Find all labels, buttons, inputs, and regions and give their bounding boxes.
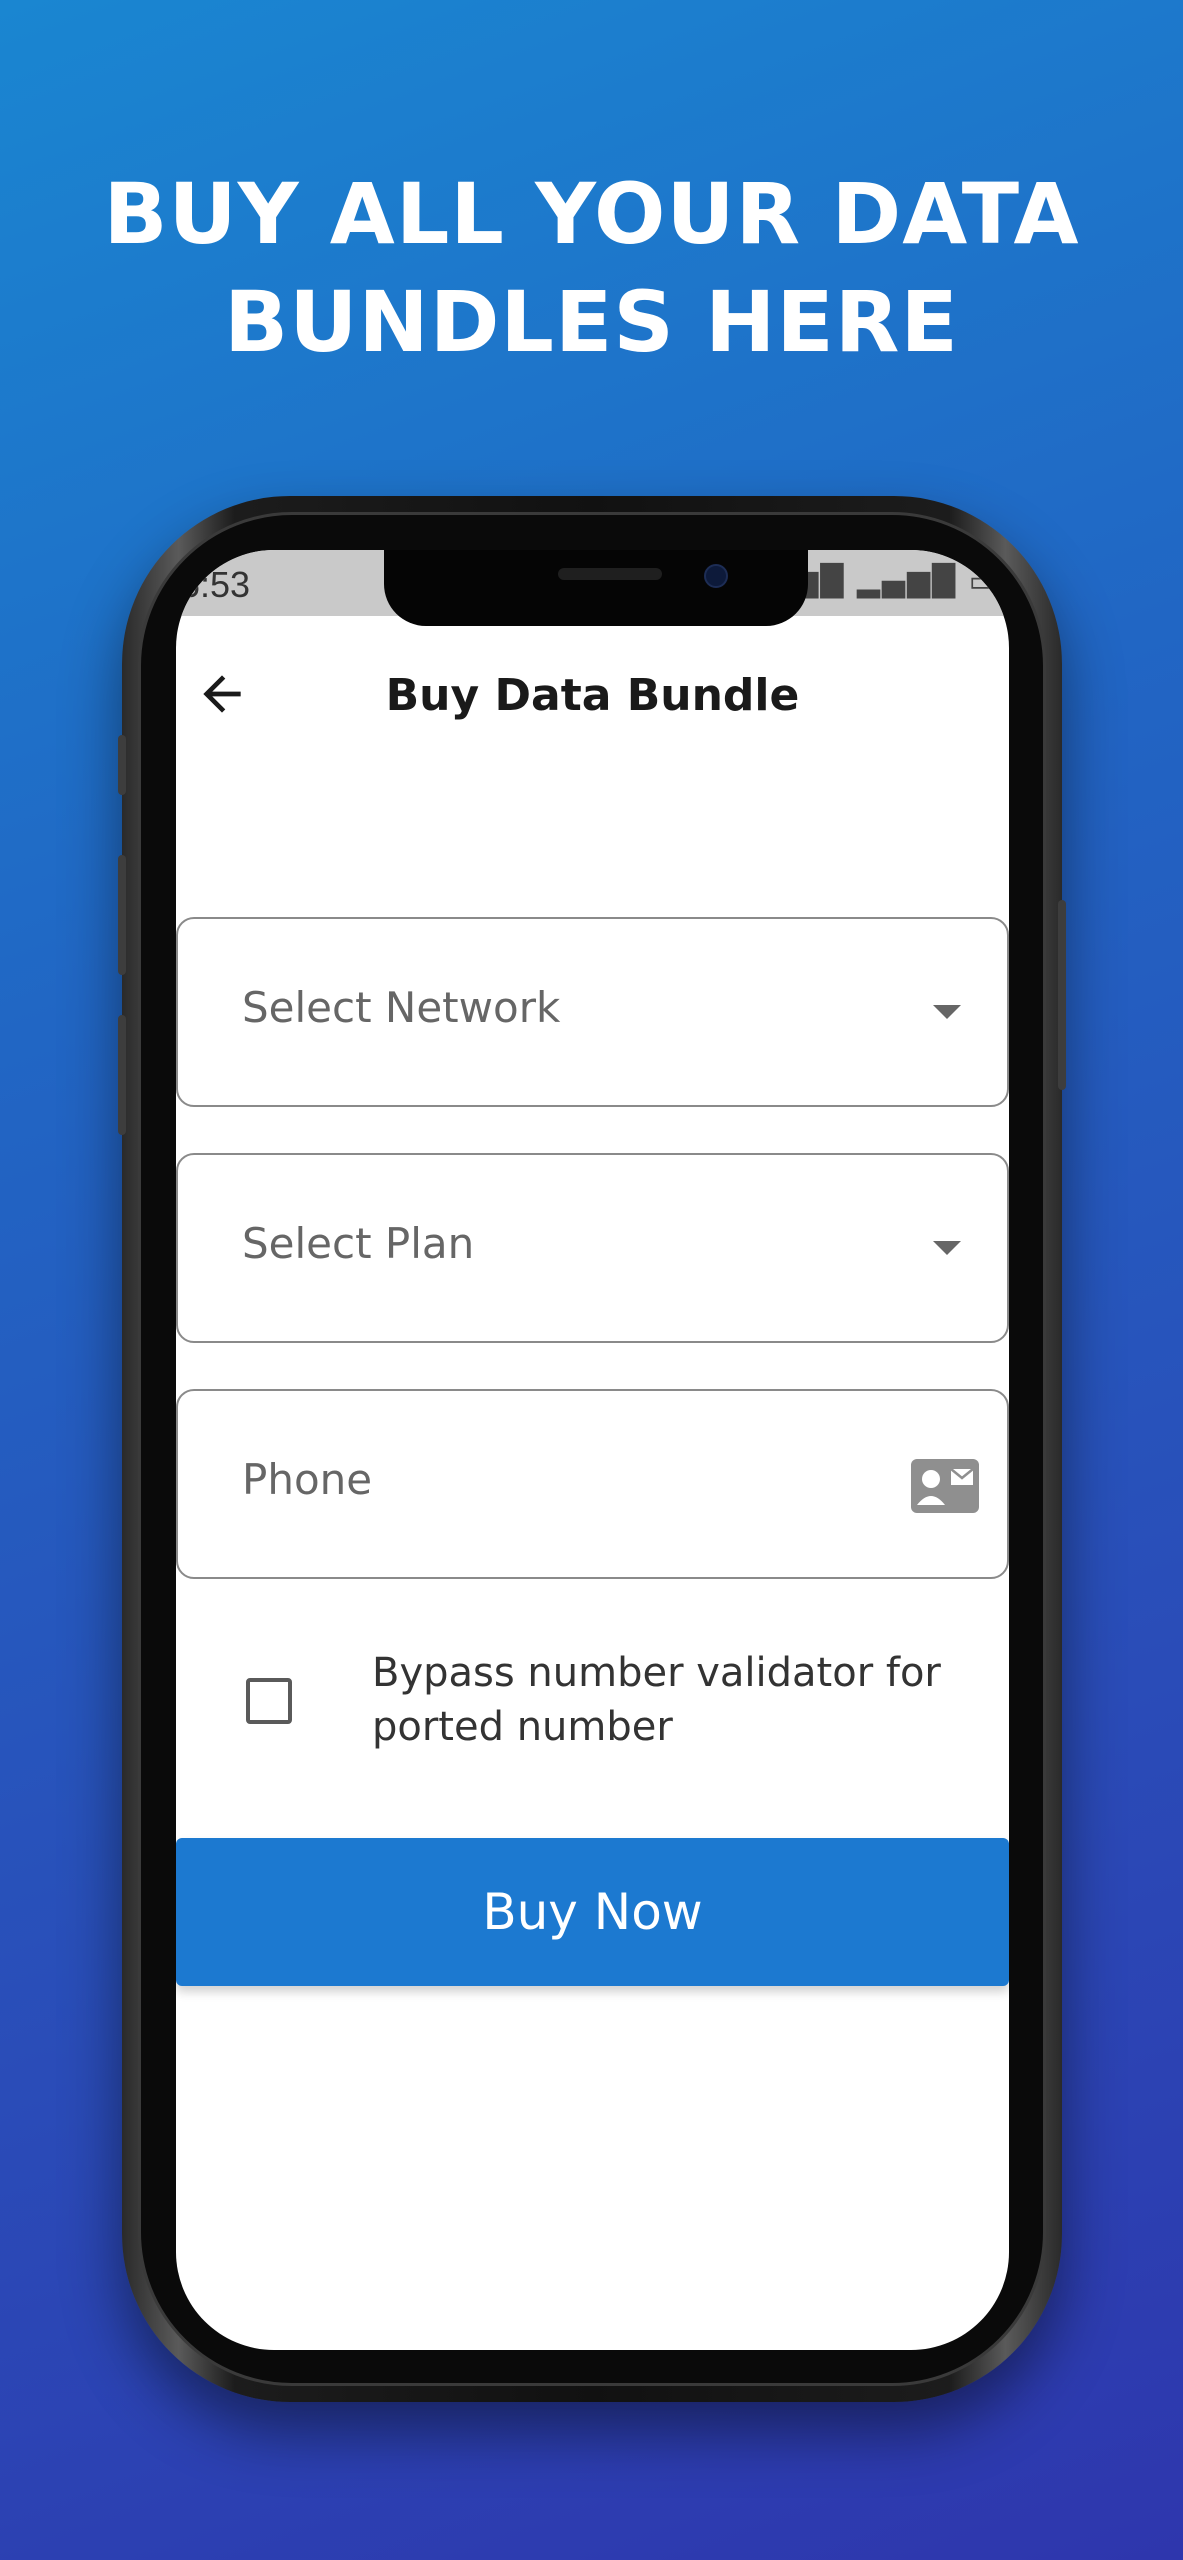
bypass-validator-checkbox[interactable]: [246, 1678, 292, 1724]
phone-screen: 6:53 ⇅ᴴ⁺ ▂▄▆█ ▂▄▆█ ▭ Buy Data Bundle Sel…: [176, 550, 1009, 2350]
select-network-placeholder: Select Network: [242, 983, 561, 1032]
buy-now-button[interactable]: Buy Now: [176, 1838, 1009, 1986]
phone-power-button: [1058, 900, 1066, 1090]
bypass-validator-label: Bypass number validator for ported numbe…: [372, 1650, 941, 1750]
promo-headline-line-2: BUNDLES HERE: [224, 273, 959, 371]
select-network-dropdown[interactable]: Select Network: [176, 917, 1009, 1107]
phone-input[interactable]: Phone: [176, 1389, 1009, 1579]
phone-mute-switch: [118, 735, 126, 795]
contact-card-icon[interactable]: [911, 1459, 979, 1513]
phone-placeholder: Phone: [242, 1455, 373, 1504]
promo-headline-line-1: BUY ALL YOUR DATA: [103, 165, 1080, 263]
app-bar: Buy Data Bundle: [176, 660, 1009, 740]
dropdown-caret-icon: [933, 1241, 961, 1255]
dropdown-caret-icon: [933, 1005, 961, 1019]
phone-volume-down-button: [118, 1015, 126, 1135]
select-plan-placeholder: Select Plan: [242, 1219, 475, 1268]
page-title: Buy Data Bundle: [385, 670, 800, 721]
phone-notch: [384, 550, 808, 626]
phone-volume-up-button: [118, 855, 126, 975]
status-time: 6:53: [180, 564, 251, 605]
promo-headline: BUY ALL YOUR DATA BUNDLES HERE: [0, 160, 1183, 376]
earpiece-speaker: [558, 568, 662, 580]
select-plan-dropdown[interactable]: Select Plan: [176, 1153, 1009, 1343]
front-camera: [704, 564, 728, 588]
